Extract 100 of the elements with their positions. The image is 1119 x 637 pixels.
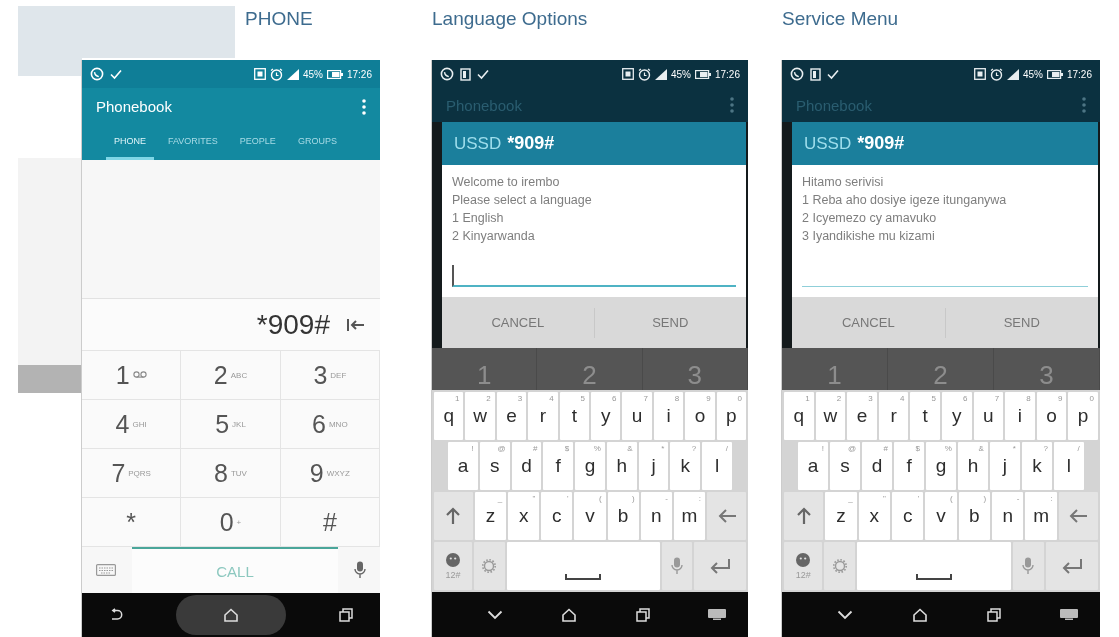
dial-key[interactable]: 0+: [181, 497, 281, 546]
keyboard-key[interactable]: ) b: [958, 492, 991, 540]
keyboard-key[interactable]: : m: [673, 492, 706, 540]
keyboard-key[interactable]: $ f: [543, 442, 574, 490]
home-icon[interactable]: [223, 608, 239, 622]
keyboard-key[interactable]: @ s: [830, 442, 861, 490]
keyboard-key[interactable]: : m: [1025, 492, 1057, 540]
backspace-key[interactable]: [707, 492, 746, 540]
keyboard-key[interactable]: ? k: [670, 442, 701, 490]
keyboard-key[interactable]: ' c: [891, 492, 924, 540]
keyboard-key[interactable]: 8 i: [1005, 392, 1035, 440]
keyboard-key[interactable]: 5 t: [559, 392, 590, 440]
gear-icon: [832, 559, 847, 573]
overflow-menu-icon[interactable]: [730, 97, 734, 113]
settings-key[interactable]: [824, 542, 856, 590]
keyboard-key[interactable]: # d: [862, 442, 893, 490]
recents-icon[interactable]: [339, 608, 354, 622]
dialog-label: USSD: [804, 133, 852, 154]
ussd-code: *909#: [857, 133, 905, 154]
keyboard-key[interactable]: % g: [575, 442, 605, 490]
keyboard-key[interactable]: 3 e: [847, 392, 877, 440]
keyboard-key[interactable]: * j: [638, 442, 669, 490]
message-line: Please select a language: [452, 192, 593, 209]
smiley-icon: [446, 552, 461, 567]
keyboard-key[interactable]: 5 t: [910, 392, 940, 440]
enter-key[interactable]: [694, 542, 746, 590]
app-title: Phonebook: [96, 98, 172, 115]
keyboard-key[interactable]: 2 w: [465, 392, 495, 440]
keyboard-key[interactable]: - n: [640, 492, 672, 540]
enter-key[interactable]: [1045, 542, 1098, 590]
keyboard-key[interactable]: 1 q: [434, 392, 464, 440]
gear-icon: [482, 559, 497, 573]
voice-input-key[interactable]: [1012, 542, 1044, 590]
keyboard-key[interactable]: 4 r: [528, 392, 558, 440]
keyboard-key[interactable]: 7 u: [622, 392, 652, 440]
keyboard-key[interactable]: 1 q: [784, 392, 814, 440]
recents-icon[interactable]: [635, 607, 650, 622]
dial-key[interactable]: *: [82, 497, 182, 546]
settings-key[interactable]: [474, 542, 505, 590]
keyboard-key[interactable]: " x: [508, 492, 540, 540]
alarm-icon: [637, 67, 651, 81]
keyboard-key[interactable]: & h: [957, 442, 988, 490]
keyboard-key[interactable]: # d: [511, 442, 542, 490]
overflow-menu-icon[interactable]: [1082, 97, 1086, 113]
keyboard-key[interactable]: 6 y: [591, 392, 621, 440]
shift-key[interactable]: [784, 492, 824, 540]
keyboard-key[interactable]: @ s: [479, 442, 510, 490]
reply-field[interactable]: [452, 265, 736, 287]
keyboard-key[interactable]: ! a: [448, 442, 478, 490]
keyboard-key[interactable]: 4 r: [878, 392, 909, 440]
keyboard-key[interactable]: & h: [606, 442, 637, 490]
keyboard-key[interactable]: 7 u: [973, 392, 1004, 440]
keyboard-key[interactable]: 2 w: [815, 392, 846, 440]
keyboard-key[interactable]: 0 p: [716, 392, 747, 440]
clock-time: 17:26: [346, 68, 372, 80]
keyboard-key[interactable]: - n: [992, 492, 1024, 540]
keyboard-key[interactable]: " x: [858, 492, 890, 540]
home-icon[interactable]: [561, 607, 578, 622]
keyboard-key[interactable]: 3 e: [496, 392, 527, 440]
keyboard-key[interactable]: 8 i: [653, 392, 684, 440]
space-bar-icon: [565, 574, 602, 580]
number-field[interactable]: *909#: [82, 298, 380, 350]
keyboard-key[interactable]: ' c: [541, 492, 573, 540]
recents-icon[interactable]: [987, 607, 1001, 622]
keyboard-key[interactable]: ( v: [574, 492, 606, 540]
keyboard-key[interactable]: $ f: [894, 442, 924, 490]
keyboard-key[interactable]: 9 o: [1036, 392, 1067, 440]
keyboard-key[interactable]: 9 o: [685, 392, 715, 440]
voice-input-key[interactable]: [661, 542, 693, 590]
backspace-icon[interactable]: [346, 316, 366, 333]
keyboard-key[interactable]: ? k: [1021, 442, 1052, 490]
chevron-down-icon[interactable]: [837, 609, 853, 620]
shift-key[interactable]: [434, 492, 473, 540]
backspace-key[interactable]: [1058, 492, 1099, 540]
keyboard-key[interactable]: 6 y: [941, 392, 972, 440]
microphone-icon[interactable]: [1022, 557, 1035, 575]
keyboard-key[interactable]: / l: [1053, 442, 1084, 490]
overflow-menu-icon[interactable]: [362, 98, 366, 115]
clock-time: 17:26: [714, 68, 740, 80]
chevron-down-icon[interactable]: [487, 609, 503, 620]
battery-percent: 45%: [670, 68, 691, 80]
home-icon[interactable]: [912, 607, 928, 622]
keyboard-key[interactable]: * j: [989, 442, 1020, 490]
microphone-icon[interactable]: [354, 561, 366, 579]
tab[interactable]: PHONE: [106, 125, 154, 160]
keyboard-key[interactable]: / l: [702, 442, 732, 490]
keyboard-key[interactable]: ( v: [925, 492, 957, 540]
keyboard-key[interactable]: ! a: [798, 442, 829, 490]
keyboard-key[interactable]: % g: [926, 442, 956, 490]
keyboard-key[interactable]: _ z: [474, 492, 507, 540]
dial-key[interactable]: 1: [82, 350, 182, 399]
ussd-code: *909#: [507, 133, 555, 154]
microphone-icon[interactable]: [670, 557, 683, 575]
battery-percent: 45%: [302, 68, 323, 80]
signal-icon: [286, 68, 299, 80]
keyboard-key[interactable]: ) b: [607, 492, 639, 540]
dial-key[interactable]: #: [280, 497, 380, 546]
keyboard-key[interactable]: 0 p: [1068, 392, 1098, 440]
keyboard-key[interactable]: _ z: [825, 492, 857, 540]
message-line: 2 Icyemezo cy amavuko: [802, 210, 938, 227]
